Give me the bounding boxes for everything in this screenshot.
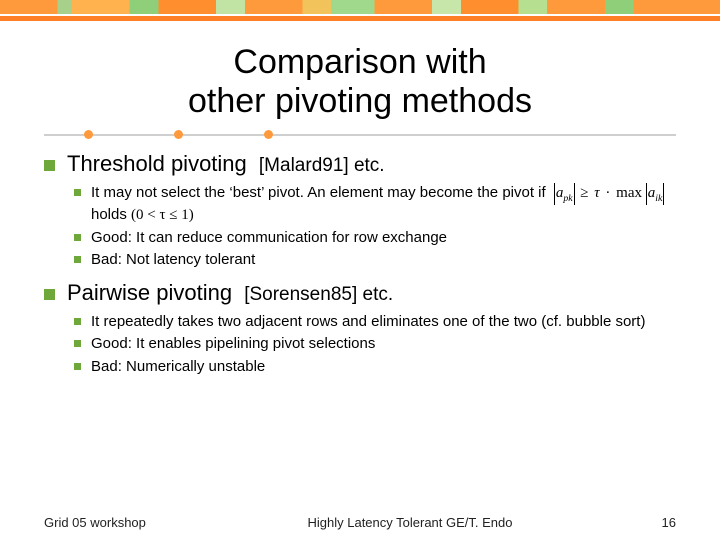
list-item: Bad: Not latency tolerant (74, 250, 676, 270)
bullet-icon (74, 340, 81, 347)
title-rule-line (44, 134, 676, 136)
list-item: Good: It enables pipelining pivot select… (74, 334, 676, 354)
footer-page-number: 16 (616, 515, 676, 530)
section-heading: Pairwise pivoting (67, 280, 232, 305)
bullet-list-level2: It repeatedly takes two adjacent rows an… (74, 312, 676, 377)
list-item: Threshold pivoting [Malard91] etc. It ma… (44, 151, 676, 270)
item-text: It repeatedly takes two adjacent rows an… (91, 312, 676, 332)
item-text: Good: It can reduce communication for ro… (91, 228, 676, 248)
bullet-icon (44, 289, 55, 300)
section-reference: [Malard91] etc. (259, 155, 385, 176)
title-rule-dot (174, 130, 183, 139)
bullet-icon (74, 363, 81, 370)
title-rule-dot (264, 130, 273, 139)
section-heading: Threshold pivoting (67, 151, 247, 176)
list-item: Pairwise pivoting [Sorensen85] etc. It r… (44, 280, 676, 377)
bullet-list-level2: It may not select the ‘best’ pivot. An e… (74, 183, 676, 270)
bullet-icon (74, 318, 81, 325)
math-formula-range: (0 < τ ≤ 1) (131, 207, 194, 223)
title-rule (44, 129, 676, 141)
section-reference: [Sorensen85] etc. (244, 284, 393, 305)
bullet-icon (74, 256, 81, 263)
footer-center: Highly Latency Tolerant GE/T. Endo (204, 515, 616, 530)
list-item: It repeatedly takes two adjacent rows an… (74, 312, 676, 332)
bullet-icon (44, 160, 55, 171)
item-text: holds (91, 206, 131, 223)
bullet-list-level1: Threshold pivoting [Malard91] etc. It ma… (44, 151, 676, 377)
slide-footer: Grid 05 workshop Highly Latency Tolerant… (0, 515, 720, 530)
decorative-top-strip (0, 0, 720, 14)
title-line-2: other pivoting methods (188, 82, 532, 120)
slide-body: Comparison with other pivoting methods T… (0, 21, 720, 377)
list-item: Good: It can reduce communication for ro… (74, 228, 676, 248)
item-text: Bad: Numerically unstable (91, 357, 676, 377)
list-item: It may not select the ‘best’ pivot. An e… (74, 183, 676, 225)
item-text: Good: It enables pipelining pivot select… (91, 334, 676, 354)
slide-title: Comparison with other pivoting methods (44, 43, 676, 121)
item-text: Bad: Not latency tolerant (91, 250, 676, 270)
item-text: It may not select the ‘best’ pivot. An e… (91, 184, 550, 201)
footer-left: Grid 05 workshop (44, 515, 204, 530)
title-rule-dot (84, 130, 93, 139)
list-item: Bad: Numerically unstable (74, 357, 676, 377)
math-formula-condition: apk ≥ τ · max aik (550, 185, 668, 201)
title-line-1: Comparison with (233, 43, 486, 81)
bullet-icon (74, 189, 81, 196)
bullet-icon (74, 234, 81, 241)
